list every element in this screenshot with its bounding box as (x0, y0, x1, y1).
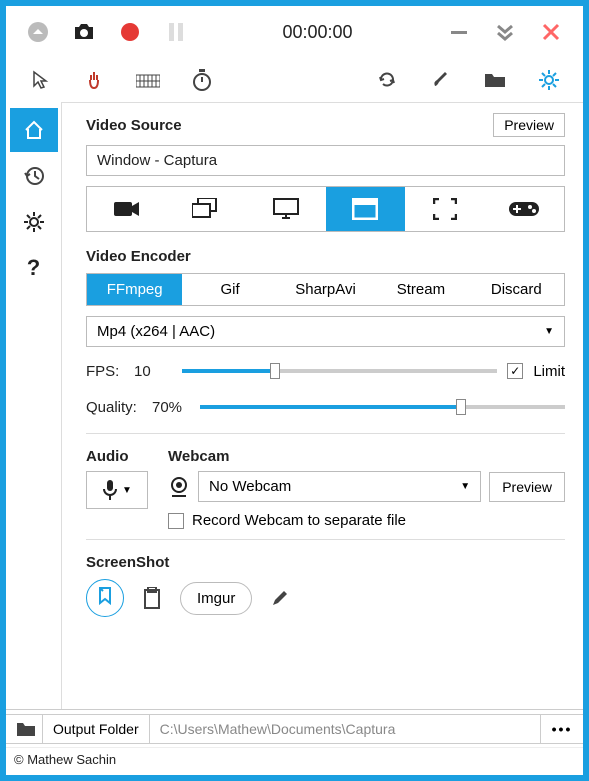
limit-label: Limit (533, 363, 565, 380)
source-window[interactable] (326, 187, 406, 231)
source-region[interactable] (405, 187, 485, 231)
fps-slider[interactable] (182, 361, 497, 381)
expand-down-button[interactable] (491, 18, 519, 46)
webcam-preview-button[interactable]: Preview (489, 472, 565, 502)
screenshot-edit-button[interactable] (266, 584, 294, 612)
folder-icon (16, 721, 36, 737)
video-source-value[interactable]: Window - Captura (86, 145, 565, 176)
tab-help[interactable]: ? (10, 246, 58, 290)
quality-slider[interactable] (200, 397, 565, 417)
refresh-icon[interactable] (373, 66, 401, 94)
close-button[interactable] (537, 18, 565, 46)
output-bar: Output Folder C:\Users\Mathew\Documents\… (6, 709, 583, 747)
source-game[interactable] (485, 187, 565, 231)
encoder-format-value: Mp4 (x264 | AAC) (97, 323, 215, 340)
output-browse-button[interactable]: ••• (541, 714, 583, 744)
quality-label: Quality: (86, 399, 142, 416)
source-type-row (86, 186, 565, 232)
output-folder-label: Output Folder (43, 714, 150, 744)
fps-label: FPS: (86, 363, 124, 380)
audio-title: Audio (86, 448, 148, 465)
folder-icon[interactable] (481, 66, 509, 94)
encoder-tab-gif[interactable]: Gif (182, 274, 277, 305)
source-screens[interactable] (167, 187, 247, 231)
collapse-button[interactable] (24, 18, 52, 46)
source-desktop[interactable] (246, 187, 326, 231)
brush-icon[interactable] (427, 66, 455, 94)
encoder-tab-ffmpeg[interactable]: FFmpeg (87, 274, 182, 305)
preview-button[interactable]: Preview (493, 113, 565, 137)
audio-mic-dropdown[interactable]: ▼ (86, 471, 148, 509)
screenshot-title: ScreenShot (86, 554, 565, 571)
limit-checkbox[interactable]: ✓ (507, 363, 523, 379)
main-panel: Video Source Preview Window - Captura (62, 102, 583, 709)
record-button[interactable] (116, 18, 144, 46)
webcam-icon (168, 476, 190, 498)
chevron-down-icon: ▼ (460, 481, 470, 492)
chevron-down-icon: ▼ (122, 485, 132, 496)
fps-value: 10 (134, 363, 172, 380)
stopwatch-icon[interactable] (188, 66, 216, 94)
webcam-value: No Webcam (209, 478, 291, 495)
record-separate-checkbox[interactable] (168, 513, 184, 529)
webcam-title: Webcam (168, 448, 565, 465)
webcam-dropdown[interactable]: No Webcam ▼ (198, 471, 481, 502)
encoder-tab-stream[interactable]: Stream (373, 274, 468, 305)
chevron-down-icon: ▼ (544, 326, 554, 337)
titlebar: 00:00:00 (6, 6, 583, 58)
side-nav: ? (6, 102, 62, 709)
pause-button[interactable] (162, 18, 190, 46)
record-separate-label: Record Webcam to separate file (192, 512, 406, 529)
screenshot-disk-button[interactable] (86, 579, 124, 617)
microphone-icon (102, 479, 118, 501)
tab-home[interactable] (10, 108, 58, 152)
video-encoder-title: Video Encoder (86, 248, 565, 265)
tab-settings[interactable] (10, 200, 58, 244)
video-source-title: Video Source (86, 117, 182, 134)
encoder-tab-sharpavi[interactable]: SharpAvi (278, 274, 373, 305)
timer-display: 00:00:00 (208, 22, 427, 43)
tab-recent[interactable] (10, 154, 58, 198)
quality-value: 70% (152, 399, 190, 416)
tools-toolbar (6, 58, 583, 102)
cursor-icon[interactable] (26, 66, 54, 94)
minimize-button[interactable] (445, 18, 473, 46)
encoder-format-dropdown[interactable]: Mp4 (x264 | AAC) ▼ (86, 316, 565, 347)
encoder-tabs: FFmpeg Gif SharpAvi Stream Discard (86, 273, 565, 306)
keyboard-icon[interactable] (134, 66, 162, 94)
output-folder-path[interactable]: C:\Users\Mathew\Documents\Captura (150, 714, 541, 744)
settings-gear-icon[interactable] (535, 66, 563, 94)
screenshot-button[interactable] (70, 18, 98, 46)
source-camera[interactable] (87, 187, 167, 231)
screenshot-clipboard-button[interactable] (138, 584, 166, 612)
click-icon[interactable] (80, 66, 108, 94)
encoder-tab-discard[interactable]: Discard (469, 274, 564, 305)
app-window: 00:00:00 (0, 0, 589, 781)
credit-footer: © Mathew Sachin (6, 747, 583, 775)
screenshot-imgur-button[interactable]: Imgur (180, 582, 252, 615)
